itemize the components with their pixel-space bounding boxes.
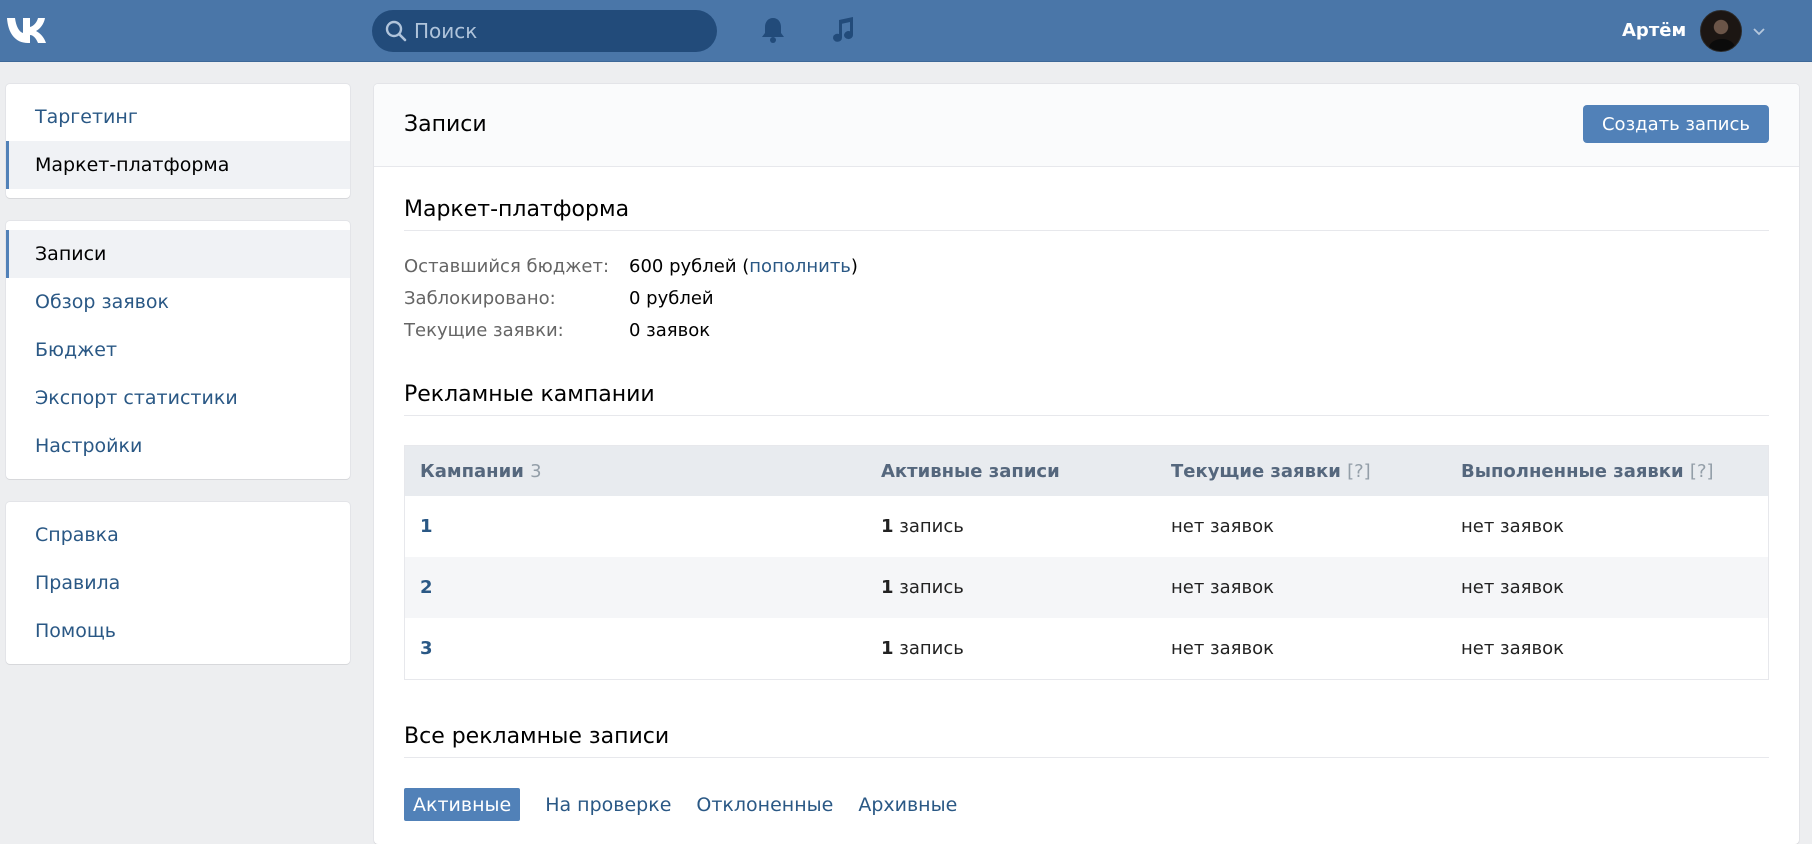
music-icon[interactable]	[825, 12, 861, 48]
sidebar-item-support[interactable]: Помощь	[6, 607, 350, 655]
chevron-down-icon	[1753, 27, 1765, 35]
budget-value: 600 рублей (пополнить)	[629, 256, 858, 277]
current-requests-label: Текущие заявки:	[404, 320, 564, 341]
budget-row: Оставшийся бюджет: 600 рублей (пополнить…	[404, 256, 858, 277]
active-posts-cell: 1 запись	[881, 577, 964, 598]
campaign-link[interactable]: 1	[420, 516, 433, 537]
tab-rejected[interactable]: Отклоненные	[696, 788, 833, 821]
current-requests-cell: нет заявок	[1171, 516, 1274, 537]
all-posts-title: Все рекламные записи	[404, 724, 1769, 758]
main-panel: Записи Создать запись Маркет-платформа О…	[374, 84, 1799, 844]
search-input[interactable]: Поиск	[372, 10, 717, 52]
done-requests-cell: нет заявок	[1461, 638, 1564, 659]
sidebar-item-help[interactable]: Справка	[6, 511, 350, 559]
help-icon[interactable]: [?]	[1347, 461, 1371, 482]
blocked-row: Заблокировано: 0 рублей	[404, 288, 714, 309]
table-row: 1 1 запись нет заявок нет заявок	[405, 496, 1768, 557]
budget-label: Оставшийся бюджет:	[404, 256, 610, 277]
search-placeholder: Поиск	[414, 19, 478, 43]
col-current-requests: Текущие заявки [?]	[1171, 460, 1371, 482]
panel-header: Записи Создать запись	[374, 84, 1799, 167]
user-name: Артём	[1622, 20, 1687, 41]
campaign-link[interactable]: 2	[420, 577, 433, 598]
sidebar-item-export-stats[interactable]: Экспорт статистики	[6, 374, 350, 422]
tab-on-review[interactable]: На проверке	[545, 788, 671, 821]
bell-icon[interactable]	[755, 12, 791, 48]
campaigns-title: Рекламные кампании	[404, 382, 1769, 416]
vk-logo[interactable]	[5, 15, 55, 45]
campaign-link[interactable]: 3	[420, 638, 433, 659]
sidebar-item-requests-overview[interactable]: Обзор заявок	[6, 278, 350, 326]
table-header: Кампании 3 Активные записи Текущие заявк…	[405, 446, 1768, 496]
top-up-link[interactable]: пополнить	[749, 256, 851, 277]
sidebar-block-help: Справка Правила Помощь	[6, 502, 350, 664]
sidebar-item-budget[interactable]: Бюджет	[6, 326, 350, 374]
page-title: Записи	[404, 112, 487, 137]
post-status-tabs: Активные На проверке Отклоненные Архивны…	[404, 788, 982, 821]
current-requests-cell: нет заявок	[1171, 577, 1274, 598]
market-platform-title: Маркет-платформа	[404, 197, 1769, 231]
current-requests-link[interactable]: 0 заявок	[629, 320, 710, 341]
sidebar-block-sections: Таргетинг Маркет-платформа	[6, 84, 350, 198]
sidebar-block-market: Записи Обзор заявок Бюджет Экспорт стати…	[6, 221, 350, 479]
sidebar-item-rules[interactable]: Правила	[6, 559, 350, 607]
done-requests-cell: нет заявок	[1461, 516, 1564, 537]
table-row: 3 1 запись нет заявок нет заявок	[405, 618, 1768, 679]
tab-archived[interactable]: Архивные	[858, 788, 957, 821]
sidebar-item-posts[interactable]: Записи	[6, 230, 350, 278]
col-done-requests: Выполненные заявки [?]	[1461, 460, 1714, 482]
search-icon	[385, 20, 407, 42]
blocked-value: 0 рублей	[629, 288, 714, 309]
create-post-button[interactable]: Создать запись	[1583, 105, 1769, 143]
user-menu[interactable]: Артём	[1592, 0, 1812, 61]
sidebar-item-targeting[interactable]: Таргетинг	[6, 93, 350, 141]
active-posts-cell: 1 запись	[881, 638, 964, 659]
avatar	[1700, 9, 1743, 52]
sidebar-item-market-platform[interactable]: Маркет-платформа	[6, 141, 350, 189]
active-posts-cell: 1 запись	[881, 516, 964, 537]
current-requests-cell: нет заявок	[1171, 638, 1274, 659]
table-row: 2 1 запись нет заявок нет заявок	[405, 557, 1768, 618]
campaigns-table: Кампании 3 Активные записи Текущие заявк…	[404, 445, 1769, 680]
top-bar: Поиск Артём	[0, 0, 1812, 62]
campaigns-count: 3	[530, 460, 542, 482]
current-requests-row: Текущие заявки: 0 заявок	[404, 320, 710, 341]
col-active-posts: Активные записи	[881, 460, 1060, 482]
col-campaigns: Кампании 3	[420, 460, 542, 482]
done-requests-cell: нет заявок	[1461, 577, 1564, 598]
tab-active[interactable]: Активные	[404, 788, 521, 821]
help-icon[interactable]: [?]	[1690, 461, 1714, 482]
blocked-label: Заблокировано:	[404, 288, 556, 309]
sidebar-item-settings[interactable]: Настройки	[6, 422, 350, 470]
